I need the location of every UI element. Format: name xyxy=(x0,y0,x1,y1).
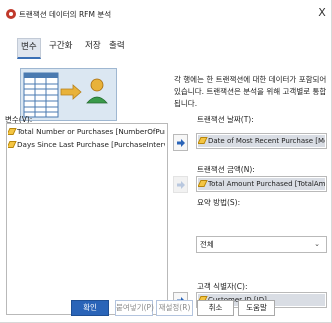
ok-button[interactable]: 확인 xyxy=(71,300,109,316)
app-icon xyxy=(6,9,16,19)
transaction-date-field[interactable]: Date of Most Recent Purchase [Most... xyxy=(196,133,327,149)
calendar-var-icon xyxy=(198,137,208,144)
transaction-data-illustration xyxy=(20,68,117,121)
variable-label: Total Number or Purchases [NumberOfPurc.… xyxy=(17,127,165,136)
cancel-button[interactable]: 취소 xyxy=(197,300,234,316)
tab-binning[interactable]: 구간화 xyxy=(49,38,72,56)
variable-label: Days Since Last Purchase [PurchaseInterv… xyxy=(17,140,165,149)
list-item[interactable]: Total Number or Purchases [NumberOfPurc.… xyxy=(8,126,165,138)
summary-method-select[interactable]: 전체 ⌄ xyxy=(196,236,327,253)
move-to-amount-button[interactable] xyxy=(173,176,188,193)
transaction-date-label: 트랜잭션 날짜(T): xyxy=(197,115,254,124)
tab-save[interactable]: 저장 xyxy=(85,38,101,56)
list-item[interactable]: Days Since Last Purchase [PurchaseInterv… xyxy=(8,139,165,151)
transaction-amount-value: Total Amount Purchased [TotalAmount] xyxy=(208,180,325,188)
reset-button[interactable]: 재설정(R) xyxy=(156,300,193,316)
paste-button[interactable]: 붙여넣기(P) xyxy=(115,300,154,316)
rfm-dialog: 트랜잭션 데이터의 RFM 분석 X 변수 구간화 저장 출력 각 행에는 한 … xyxy=(0,0,332,323)
tab-output[interactable]: 출력 xyxy=(109,38,125,56)
pencil-ruler-icon xyxy=(8,141,17,148)
window-title: 트랜잭션 데이터의 RFM 분석 xyxy=(19,10,112,19)
customer-id-label: 고객 식별자(C): xyxy=(197,282,248,291)
help-button[interactable]: 도움말 xyxy=(238,300,275,316)
summary-method-label: 요약 방법(S): xyxy=(197,198,241,207)
title-bar: 트랜잭션 데이터의 RFM 분석 X xyxy=(0,0,331,24)
transaction-amount-field[interactable]: Total Amount Purchased [TotalAmount] xyxy=(196,176,327,192)
move-to-date-button[interactable] xyxy=(173,134,188,151)
arrow-right-icon xyxy=(177,139,185,147)
chevron-down-icon: ⌄ xyxy=(314,240,320,248)
tab-variables[interactable]: 변수 xyxy=(17,38,41,59)
pencil-ruler-icon xyxy=(8,128,17,135)
summary-method-value: 전체 xyxy=(200,240,214,249)
close-button[interactable]: X xyxy=(316,7,328,19)
arrow-right-icon xyxy=(177,181,185,189)
pencil-ruler-icon xyxy=(198,180,208,187)
transaction-date-value: Date of Most Recent Purchase [Most... xyxy=(208,137,325,145)
transaction-amount-label: 트랜잭션 금액(N): xyxy=(197,165,255,174)
variable-list[interactable]: Total Number or Purchases [NumberOfPurc.… xyxy=(6,123,168,315)
dialog-description: 각 행에는 한 트랜잭션에 대한 데이터가 포함되어 있습니다. 트랜잭션은 분… xyxy=(174,75,327,108)
